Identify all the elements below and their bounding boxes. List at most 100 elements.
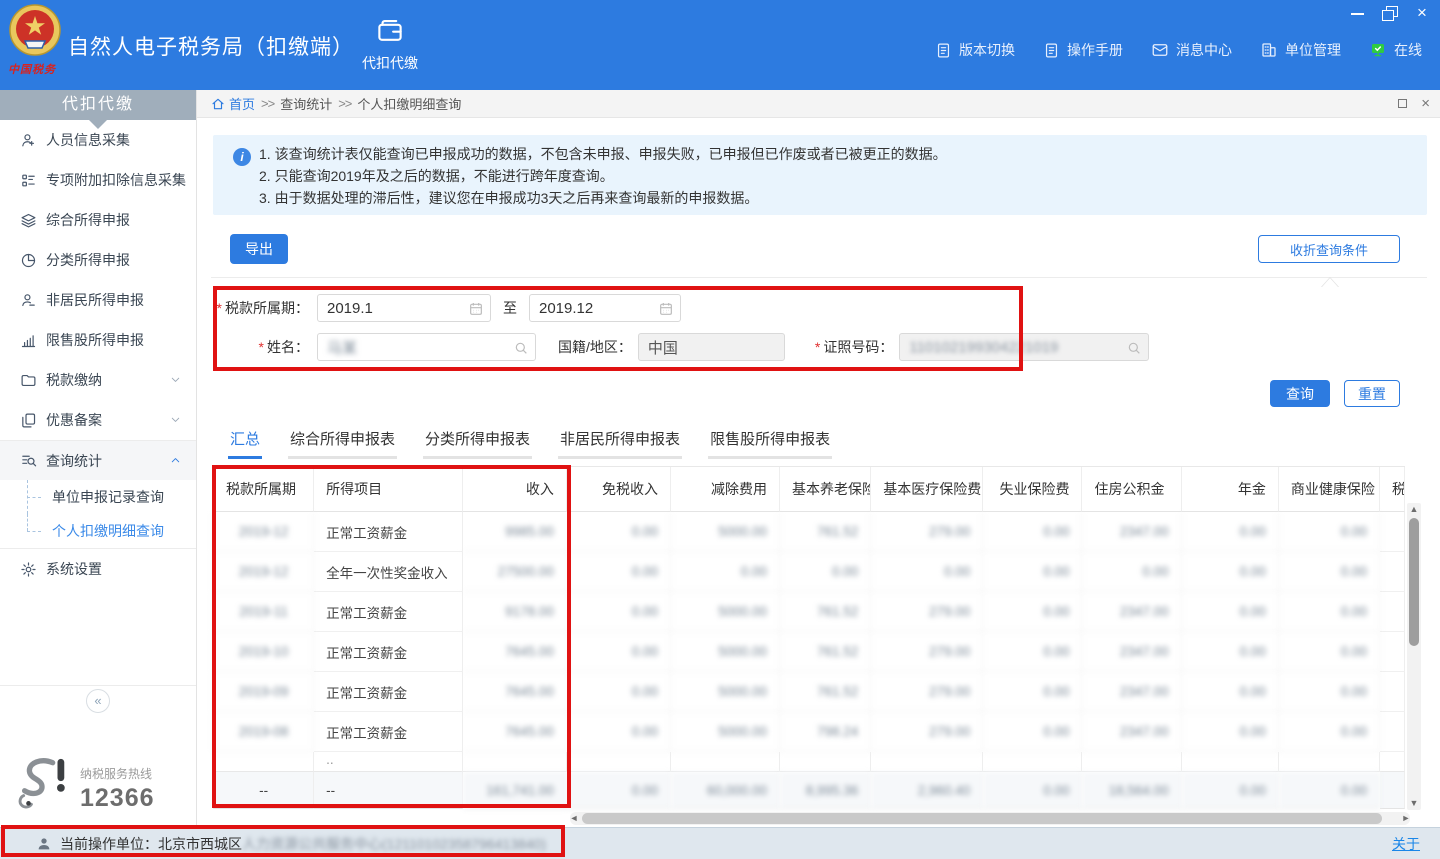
sidebar-subitem[interactable]: 单位申报记录查询 (0, 480, 196, 514)
name-value-redacted: 马某 (327, 337, 357, 358)
table-cell: 0.00 (1279, 672, 1380, 712)
table-cell (567, 752, 671, 772)
table-row: 2019-11正常工资薪金9178.000.005000.00761.52279… (213, 592, 1405, 632)
table-row: 2019-12正常工资薪金9985.000.005000.00761.52279… (213, 512, 1405, 552)
table-cell: 0.00 (983, 512, 1082, 552)
period-to-input[interactable]: 2019.12 (529, 294, 681, 322)
tab-1[interactable]: 综合所得申报表 (288, 428, 397, 459)
sidebar-item-0[interactable]: 人员信息采集 (0, 120, 196, 160)
tab-0[interactable]: 汇总 (228, 428, 262, 459)
sidebar-collapse-button[interactable]: « (86, 689, 110, 713)
scroll-left-arrow-icon[interactable]: ◄ (568, 812, 580, 825)
table-cell: 279.00 (871, 712, 983, 752)
folder-icon (20, 372, 37, 389)
column-header: 商业健康保险 (1279, 467, 1380, 512)
id-label: 证照号码： (815, 337, 893, 357)
sidebar-item-5[interactable]: 限售股所得申报 (0, 320, 196, 360)
scroll-up-arrow-icon[interactable]: ▲ (1407, 503, 1421, 516)
calendar-icon[interactable] (468, 301, 484, 317)
minimize-button[interactable] (1350, 6, 1366, 20)
sidebar-item-label: 系统设置 (46, 559, 102, 579)
search-icon[interactable] (513, 340, 529, 356)
sidebar-item-label: 分类所得申报 (46, 250, 130, 270)
to-label: 至 (503, 298, 517, 318)
query-button[interactable]: 查询 (1270, 380, 1330, 407)
divider (211, 277, 1427, 278)
sidebar-item-8[interactable]: 查询统计 (0, 440, 196, 480)
tax-emblem-logo: 中国税务 (8, 3, 62, 81)
wallet-icon (375, 16, 405, 46)
reset-button[interactable]: 重置 (1344, 380, 1400, 407)
table-cell: 761.52 (780, 512, 871, 552)
scroll-right-arrow-icon[interactable]: ► (1400, 812, 1412, 825)
sidebar-item-6[interactable]: 税款缴纳 (0, 360, 196, 400)
table-row: 2019-09正常工资薪金7645.000.005000.00761.52279… (213, 672, 1405, 712)
module-tab-label: 代扣代缴 (348, 53, 432, 73)
table-cell: 2019-11 (213, 592, 314, 632)
nav-item-mail[interactable]: 消息中心 (1151, 40, 1232, 60)
scroll-down-arrow-icon[interactable]: ▼ (1407, 797, 1421, 810)
breadcrumb-home[interactable]: 首页 (211, 94, 255, 113)
nav-item-online[interactable]: 在线 (1369, 40, 1422, 60)
collapse-query-button[interactable]: 收折查询条件 (1258, 235, 1400, 263)
nav-item-doc[interactable]: 版本切换 (935, 40, 1015, 60)
sidebar-item-3[interactable]: 分类所得申报 (0, 240, 196, 280)
table-cell: 18,564.00 (1082, 772, 1181, 809)
about-link[interactable]: 关于 (1392, 834, 1420, 854)
sidebar-item-1[interactable]: 专项附加扣除信息采集 (0, 160, 196, 200)
table-cell: 8,995.36 (780, 772, 871, 809)
info-icon: i (233, 148, 251, 166)
nav-item-org[interactable]: 单位管理 (1260, 40, 1341, 60)
sidebar-item-9[interactable]: 系统设置 (0, 549, 196, 589)
home-icon (211, 97, 225, 111)
tab-4[interactable]: 限售股所得申报表 (708, 428, 832, 459)
query-form-row-1: 税款所属期： 2019.1 至 2019.12 (213, 294, 681, 322)
breadcrumb-home-label: 首页 (229, 94, 255, 113)
sidebar-item-2[interactable]: 综合所得申报 (0, 200, 196, 240)
close-button[interactable]: × (1414, 6, 1430, 20)
vertical-scrollbar[interactable]: ▲ ▼ (1407, 503, 1421, 810)
table-cell: 5000.00 (671, 712, 780, 752)
id-input[interactable]: 110102199304221019 (899, 333, 1149, 361)
horizontal-scrollbar-thumb[interactable] (582, 813, 1382, 824)
sidebar-item-label: 优惠备案 (46, 410, 102, 430)
table-cell: 5000.00 (671, 672, 780, 712)
horizontal-scrollbar[interactable]: ◄ ► (570, 812, 1410, 825)
table-cell: -- (213, 772, 314, 809)
current-unit-prefix: 北京市西城区 (158, 834, 242, 854)
notice-line: 3. 由于数据处理的滞后性，建议您在申报成功3天之后再来查询最新的申报数据。 (259, 187, 1417, 209)
pane-close-button[interactable]: × (1421, 98, 1430, 110)
table-cell: 0.00 (983, 772, 1082, 809)
restore-button[interactable] (1382, 6, 1398, 20)
nav-item-label: 操作手册 (1067, 40, 1123, 60)
table-cell: 0.00 (1182, 772, 1279, 809)
sidebar-item-label: 综合所得申报 (46, 210, 130, 230)
export-button[interactable]: 导出 (230, 234, 288, 264)
search-icon[interactable] (1126, 340, 1142, 356)
vertical-scrollbar-thumb[interactable] (1409, 518, 1419, 646)
tab-2[interactable]: 分类所得申报表 (423, 428, 532, 459)
app-header: 中国税务 自然人电子税务局（扣缴端） 代扣代缴 版本切换操作手册消息中心单位管理… (0, 0, 1440, 90)
name-input[interactable]: 马某 (317, 333, 536, 361)
sidebar-item-7[interactable]: 优惠备案 (0, 400, 196, 440)
table-cell: 0.00 (567, 672, 671, 712)
name-label: 姓名： (213, 337, 309, 357)
table-cell (1380, 712, 1405, 752)
mail-icon (1151, 41, 1169, 59)
table-cell: 279.00 (871, 672, 983, 712)
id-value-redacted: 110102199304221019 (909, 339, 1058, 356)
nationality-input[interactable]: 中国 (638, 333, 785, 361)
module-tab-withholding[interactable]: 代扣代缴 (348, 16, 432, 80)
gear-icon (20, 561, 37, 578)
tab-3[interactable]: 非居民所得申报表 (558, 428, 682, 459)
current-unit-label: 当前操作单位： (60, 834, 158, 854)
calendar-icon[interactable] (658, 301, 674, 317)
table-cell: 161,741.00 (463, 772, 567, 809)
table-cell: 2019-12 (213, 552, 314, 592)
sidebar-item-4[interactable]: 非居民所得申报 (0, 280, 196, 320)
sidebar-subitem-active[interactable]: 个人扣缴明细查询 (0, 514, 196, 548)
period-from-input[interactable]: 2019.1 (317, 294, 491, 322)
nav-item-doc[interactable]: 操作手册 (1043, 40, 1123, 60)
pane-maximize-button[interactable] (1398, 99, 1407, 108)
table-row: 2019-12全年一次性奖金收入27500.000.000.000.000.00… (213, 552, 1405, 592)
